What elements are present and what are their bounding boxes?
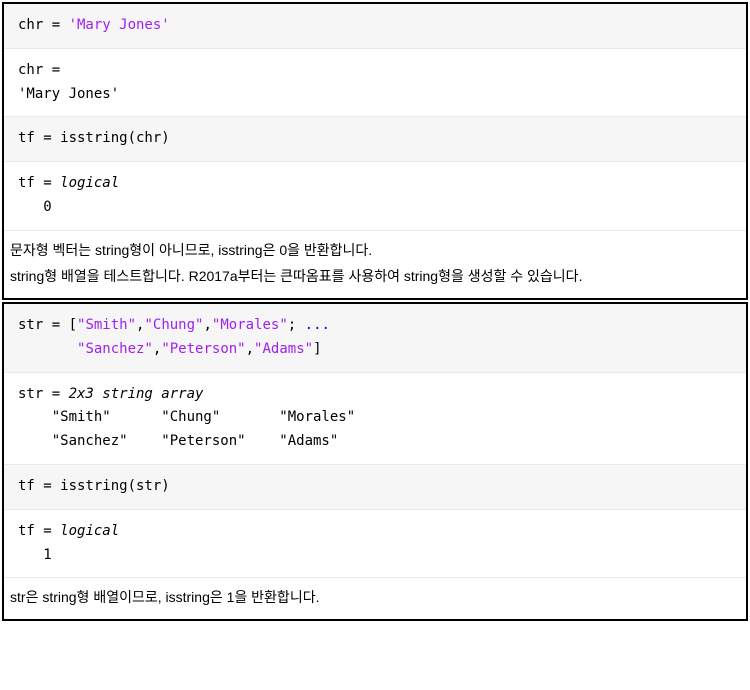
desc-line-1: 문자형 벡터는 string형이 아니므로, isstring은 0을 반환합니…: [10, 237, 740, 264]
code-output-str: str = 2x3 string array "Smith" "Chung" "…: [4, 373, 746, 465]
desc-line: str은 string형 배열이므로, isstring은 1을 반환합니다.: [10, 589, 319, 605]
description-text-2: str은 string형 배열이므로, isstring은 1을 반환합니다.: [4, 578, 746, 619]
output-row: "Sanchez" "Peterson" "Adams": [18, 433, 338, 449]
dqstr: "Adams": [254, 341, 313, 357]
desc-line-2: string형 배열을 테스트합니다. R2017a부터는 큰따옴표를 사용하여…: [10, 263, 740, 290]
output-type: 2x3 string array: [69, 386, 204, 402]
output-value: 1: [18, 547, 52, 563]
dqstr: "Morales": [212, 317, 288, 333]
dqstr: "Peterson": [161, 341, 245, 357]
output-row: "Smith" "Chung" "Morales": [18, 409, 355, 425]
code-input-chr-assign: chr = 'Mary Jones': [4, 4, 746, 49]
example-panel-1: chr = 'Mary Jones' chr = 'Mary Jones' tf…: [2, 2, 748, 300]
code-text: tf = isstring(str): [18, 478, 170, 494]
output-line: tf =: [18, 175, 60, 191]
output-line: chr =: [18, 62, 60, 78]
description-text: 문자형 벡터는 string형이 아니므로, isstring은 0을 반환합니…: [4, 231, 746, 298]
code-string-literal: 'Mary Jones': [69, 17, 170, 33]
line-continuation: ...: [305, 317, 330, 333]
code-input-isstring-str: tf = isstring(str): [4, 465, 746, 510]
output-line: str =: [18, 386, 69, 402]
code-output-tf-str: tf = logical 1: [4, 510, 746, 579]
example-panel-2: str = ["Smith","Chung","Morales"; ... "S…: [2, 302, 748, 621]
dqstr: "Sanchez": [77, 341, 153, 357]
code-input-str-assign: str = ["Smith","Chung","Morales"; ... "S…: [4, 304, 746, 373]
code-output-tf-chr: tf = logical 0: [4, 162, 746, 231]
code-text: str = [: [18, 317, 77, 333]
code-text: tf = isstring(chr): [18, 130, 170, 146]
code-text: chr =: [18, 17, 69, 33]
dqstr: "Chung": [144, 317, 203, 333]
output-type: logical: [60, 523, 119, 539]
code-input-isstring-chr: tf = isstring(chr): [4, 117, 746, 162]
code-output-chr: chr = 'Mary Jones': [4, 49, 746, 118]
output-line: 'Mary Jones': [18, 86, 119, 102]
output-type: logical: [60, 175, 119, 191]
dqstr: "Smith": [77, 317, 136, 333]
output-value: 0: [18, 199, 52, 215]
output-line: tf =: [18, 523, 60, 539]
